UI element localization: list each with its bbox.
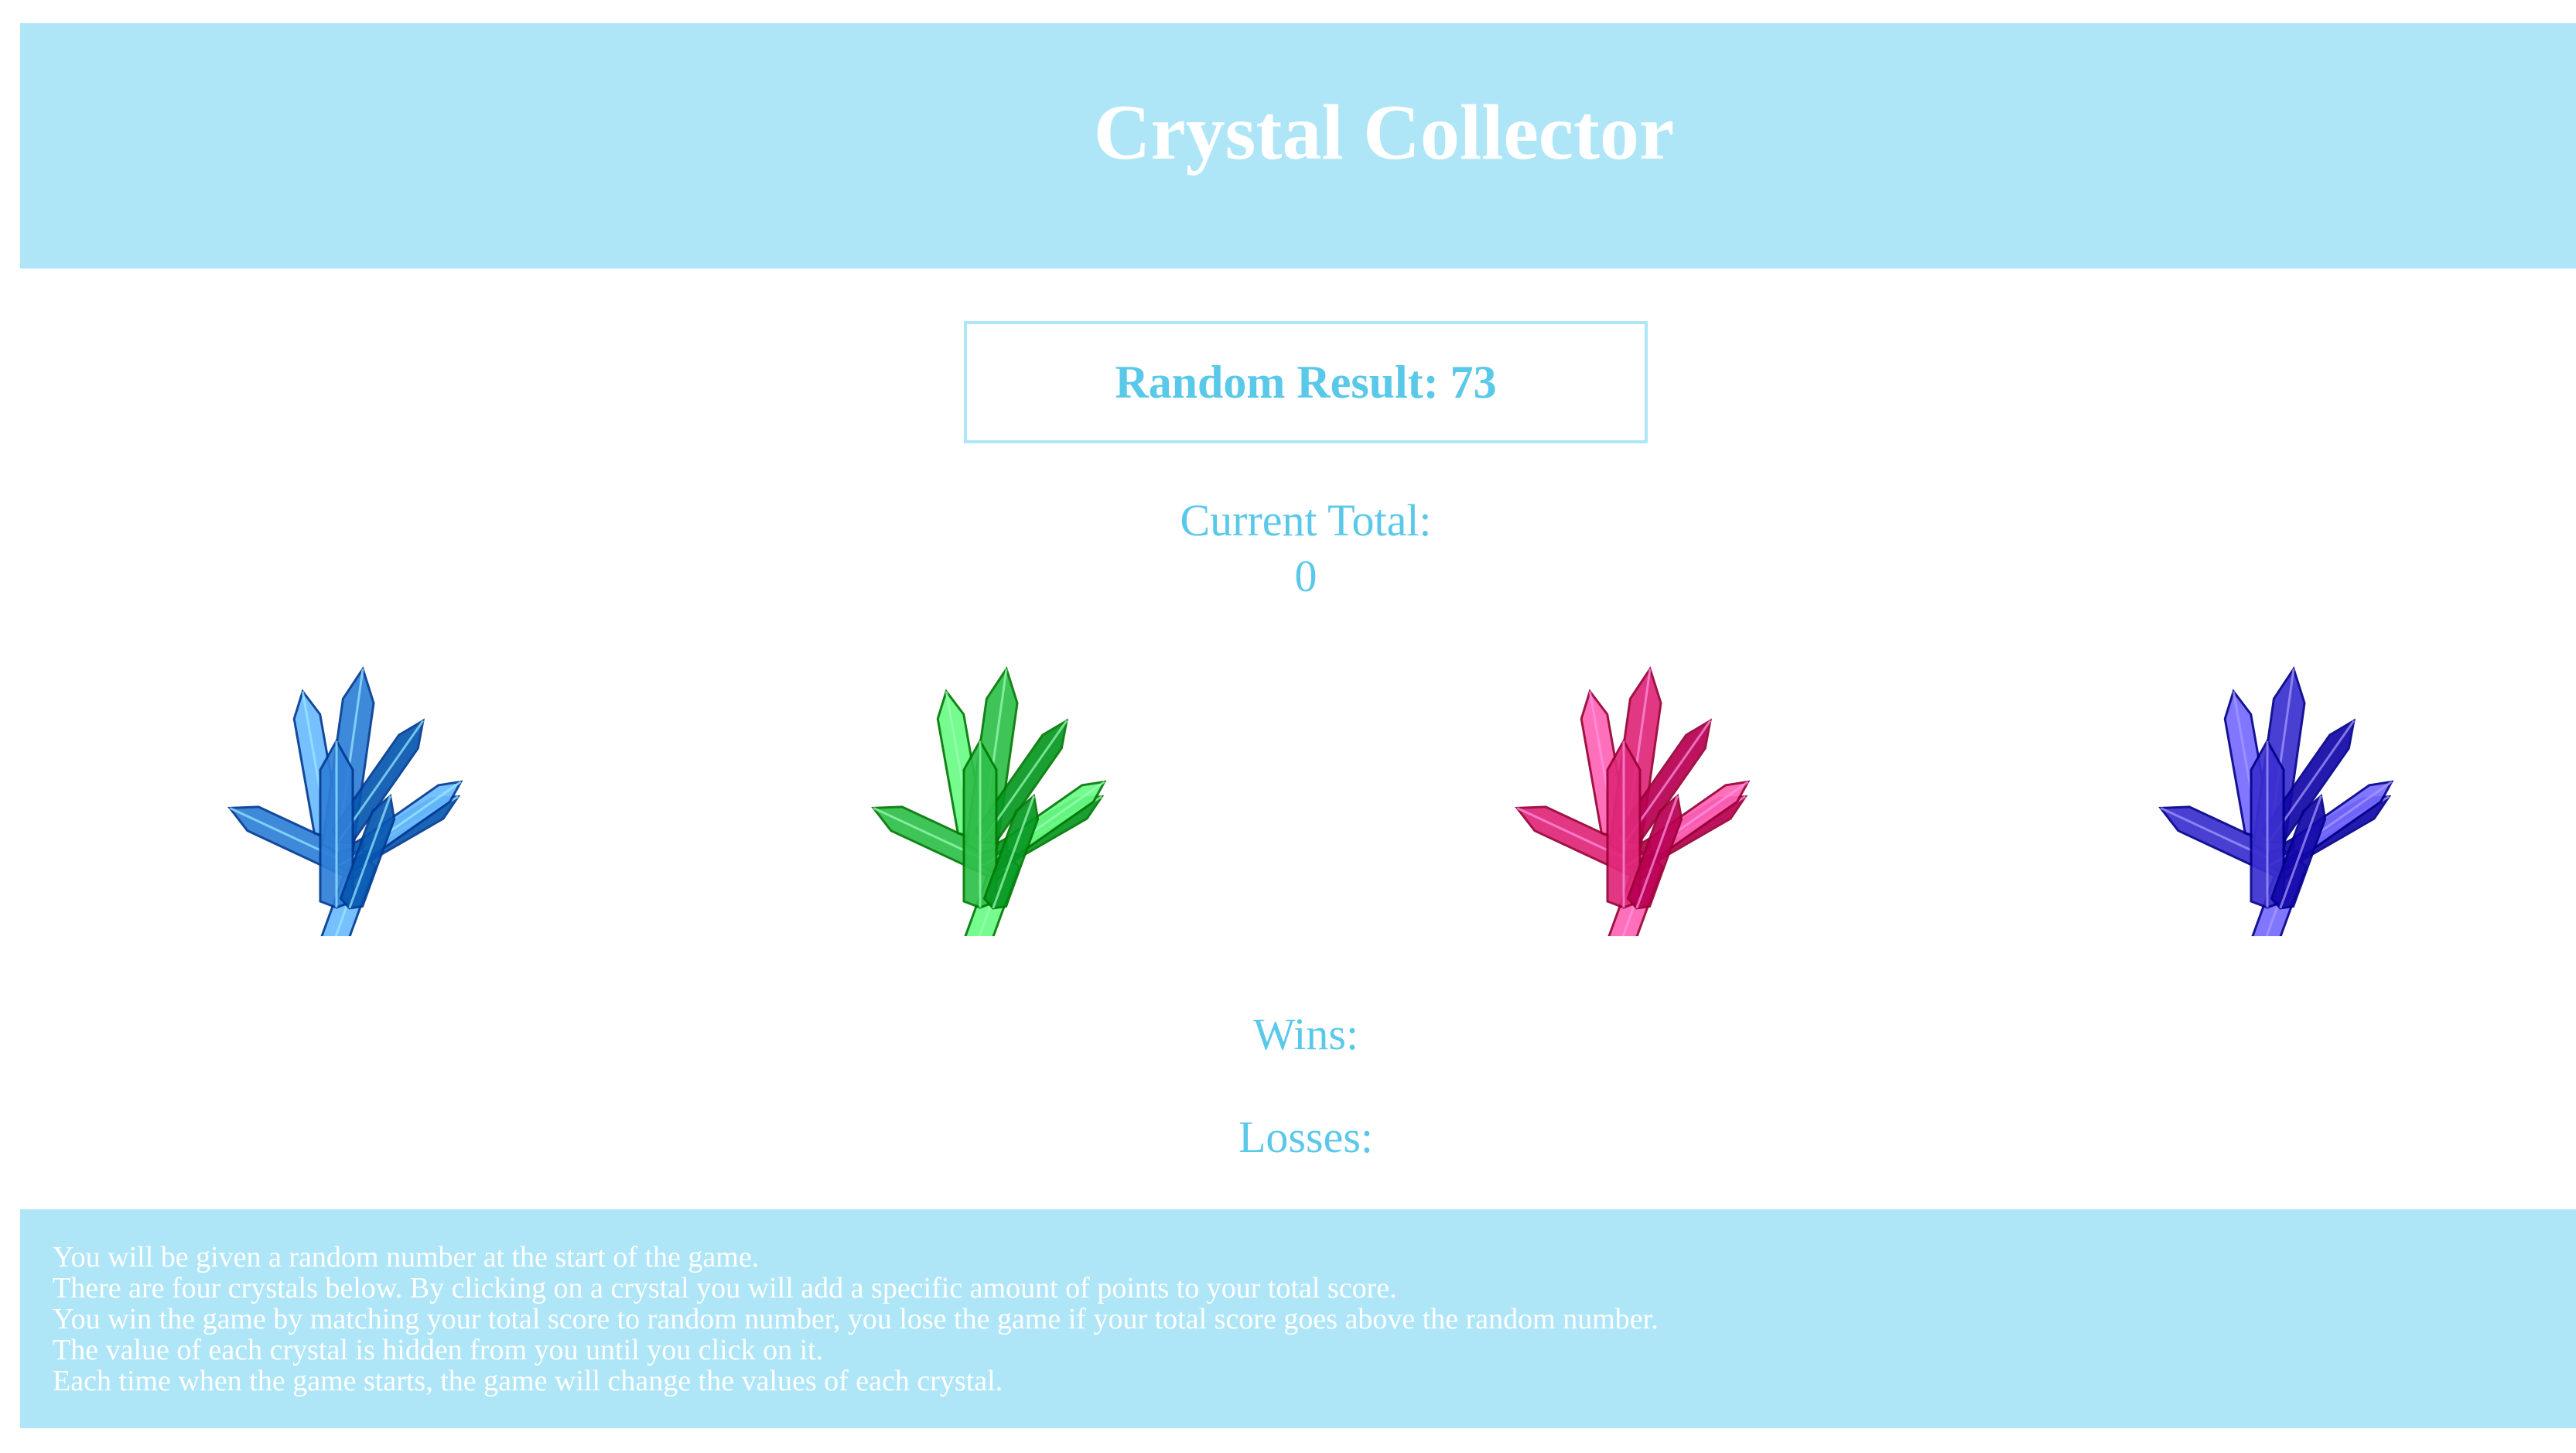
- current-total-label: Current Total:: [1180, 495, 1432, 545]
- purple-crystal-icon: [2158, 666, 2394, 936]
- instruction-line: Each time when the game starts, the game…: [53, 1365, 1003, 1397]
- green-crystal-button[interactable]: [856, 658, 1119, 936]
- current-total-value: 0: [1294, 551, 1317, 601]
- blue-crystal-icon: [227, 666, 463, 936]
- instructions-text: You will be given a random number at the…: [53, 1242, 1659, 1397]
- wins-label: Wins:: [1252, 1009, 1359, 1059]
- losses-label: Losses:: [1238, 1112, 1373, 1162]
- green-crystal-icon: [871, 666, 1107, 936]
- pink-crystal-icon: [1515, 666, 1751, 936]
- instructions-panel: You will be given a random number at the…: [20, 1209, 2576, 1428]
- random-result-label: Random Result: 73: [1115, 357, 1497, 408]
- blue-crystal-button[interactable]: [213, 658, 476, 936]
- instruction-line: You will be given a random number at the…: [53, 1241, 760, 1274]
- pink-crystal-button[interactable]: [1500, 658, 1763, 936]
- instruction-line: There are four crystals below. By clicki…: [53, 1272, 1397, 1304]
- purple-crystal-button[interactable]: [2144, 658, 2407, 936]
- random-result-box: Random Result: 73: [964, 321, 1648, 443]
- page-title: Crystal Collector: [1093, 89, 1675, 176]
- instruction-line: You win the game by matching your total …: [53, 1303, 1659, 1335]
- instruction-line: The value of each crystal is hidden from…: [53, 1334, 824, 1366]
